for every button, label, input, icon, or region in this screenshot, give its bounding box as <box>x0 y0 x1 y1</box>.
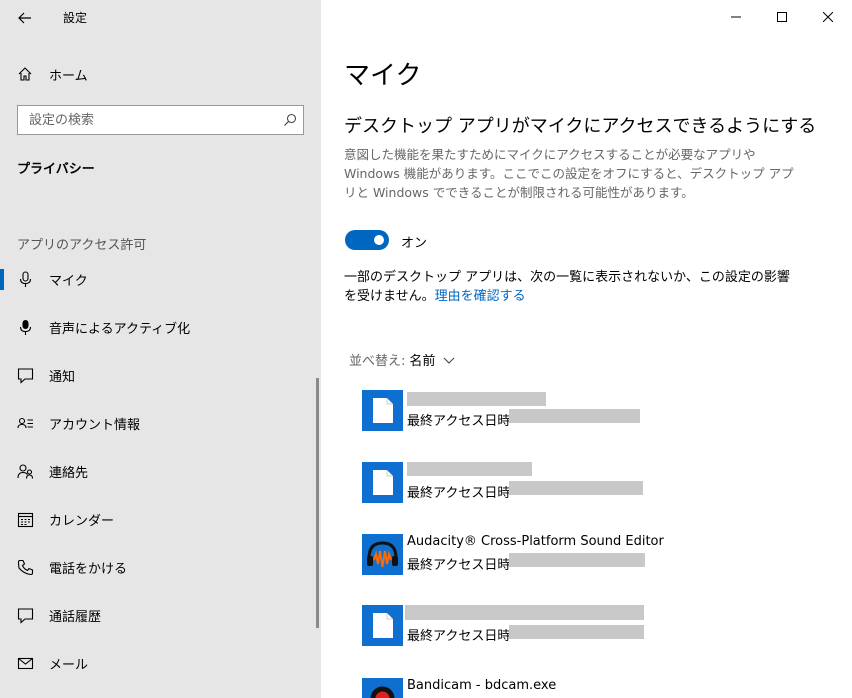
redacted-app-name <box>407 392 546 406</box>
call-history-icon <box>17 608 34 624</box>
back-arrow-icon <box>18 12 31 24</box>
app-list-item: 最終アクセス日時 <box>362 605 822 647</box>
note-text: 一部のデスクトップ アプリは、次の一覧に表示されないか、この設定の影響を受けませ… <box>344 270 790 304</box>
account-info-icon <box>17 417 33 429</box>
app-tile <box>362 462 403 503</box>
redacted-timestamp <box>509 553 645 567</box>
info-note: 一部のデスクトップ アプリは、次の一覧に表示されないか、この設定の影響を受けませ… <box>344 268 794 306</box>
minimize-button[interactable] <box>713 0 759 34</box>
app-name: Audacity® Cross-Platform Sound Editor <box>407 534 664 549</box>
last-access-label: 最終アクセス日時 <box>407 558 511 573</box>
home-icon <box>18 67 32 81</box>
last-access-label: 最終アクセス日時 <box>407 629 511 644</box>
bandicam-icon <box>370 686 395 698</box>
microphone-icon <box>19 271 32 287</box>
contacts-icon <box>17 464 34 479</box>
sort-value: 名前 <box>409 354 436 369</box>
sidebar-item-voice-activation[interactable]: 音声によるアクティブ化 <box>0 307 318 347</box>
maximize-button[interactable] <box>759 0 805 34</box>
redacted-app-name <box>405 605 644 620</box>
sidebar-item-notifications[interactable]: 通知 <box>0 355 318 395</box>
sidebar-item-calendar[interactable]: カレンダー <box>0 499 318 539</box>
description-text: 意図した機能を果たすためにマイクにアクセスすることが必要なアプリや Window… <box>344 147 794 200</box>
sidebar: 設定 ホーム プライバシー アプリのアクセス許可 マイク 音声によるアクティブ化 <box>0 0 321 698</box>
search-icon[interactable] <box>283 113 297 127</box>
app-name: Bandicam - bdcam.exe <box>407 678 557 693</box>
toggle-knob <box>374 235 384 245</box>
mail-icon <box>17 657 34 670</box>
section-subtitle: デスクトップ アプリがマイクにアクセスできるようにする <box>344 116 817 137</box>
sidebar-item-call-history[interactable]: 通話履歴 <box>0 595 318 635</box>
microphone-icon <box>19 320 32 335</box>
app-tile <box>362 534 403 575</box>
sidebar-item-label: マイク <box>49 274 88 289</box>
app-tile <box>362 605 403 646</box>
last-access-label: 最終アクセス日時 <box>407 414 511 429</box>
notification-icon <box>17 368 34 384</box>
sidebar-item-label: メール <box>49 658 89 673</box>
chevron-down-icon <box>444 357 455 364</box>
redacted-timestamp <box>509 409 640 423</box>
phone-icon <box>17 559 34 576</box>
sidebar-item-microphone[interactable]: マイク <box>0 259 318 299</box>
app-list-item: Audacity® Cross-Platform Sound Editor 最終… <box>362 534 822 576</box>
redacted-app-name <box>407 462 532 476</box>
audacity-icon <box>367 541 398 568</box>
page-title: マイク <box>344 61 422 91</box>
file-icon <box>373 613 393 638</box>
back-button[interactable] <box>14 7 36 29</box>
search-input[interactable] <box>18 106 268 134</box>
toggle-label: オン <box>401 236 428 251</box>
sidebar-item-contacts[interactable]: 連絡先 <box>0 451 318 491</box>
sidebar-item-label: 通話履歴 <box>49 610 102 625</box>
calendar-icon <box>17 512 34 528</box>
sidebar-item-label: 電話をかける <box>49 562 128 577</box>
close-icon <box>823 12 833 22</box>
last-access-label: 最終アクセス日時 <box>407 486 511 501</box>
app-list-item: Bandicam - bdcam.exe <box>362 678 822 698</box>
learn-why-link[interactable]: 理由を確認する <box>435 289 526 304</box>
sidebar-item-account-info[interactable]: アカウント情報 <box>0 403 318 443</box>
group-label: アプリのアクセス許可 <box>17 238 147 253</box>
sort-dropdown[interactable]: 並べ替え: 名前 <box>349 350 455 369</box>
redacted-timestamp <box>509 625 644 639</box>
sidebar-item-label: 連絡先 <box>49 466 89 481</box>
sort-label: 並べ替え: <box>349 354 406 369</box>
app-list-item: 最終アクセス日時 <box>362 390 822 432</box>
sidebar-item-mail[interactable]: メール <box>0 643 318 683</box>
minimize-icon <box>731 16 741 18</box>
sidebar-item-label: ホーム <box>49 69 88 84</box>
app-tile <box>362 678 403 698</box>
app-list-item: 最終アクセス日時 <box>362 462 822 504</box>
sidebar-item-label: 音声によるアクティブ化 <box>49 322 191 337</box>
microphone-access-toggle[interactable] <box>345 230 389 250</box>
sidebar-scrollbar[interactable] <box>316 378 319 628</box>
window-title: 設定 <box>63 11 88 25</box>
sidebar-item-home[interactable]: ホーム <box>0 60 321 88</box>
file-icon <box>373 398 393 423</box>
sidebar-item-phone-call[interactable]: 電話をかける <box>0 547 318 587</box>
app-tile <box>362 390 403 431</box>
search-box[interactable] <box>17 105 304 135</box>
sidebar-item-label: 通知 <box>49 370 76 385</box>
section-title: プライバシー <box>17 162 95 177</box>
file-icon <box>373 470 393 495</box>
sidebar-item-label: カレンダー <box>49 514 115 529</box>
close-button[interactable] <box>805 0 851 34</box>
maximize-icon <box>777 12 787 22</box>
sidebar-item-label: アカウント情報 <box>49 418 141 433</box>
redacted-timestamp <box>509 481 643 495</box>
